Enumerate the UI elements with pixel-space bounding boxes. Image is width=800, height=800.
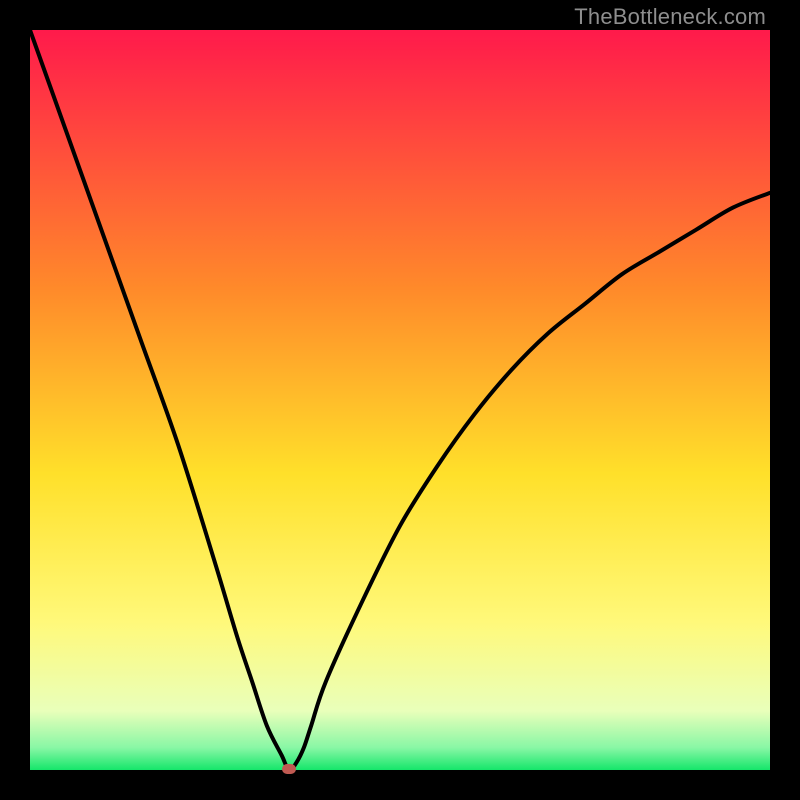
optimal-point-marker: [282, 764, 296, 774]
watermark-text: TheBottleneck.com: [574, 4, 766, 30]
plot-area: [30, 30, 770, 770]
bottleneck-curve: [30, 30, 770, 770]
